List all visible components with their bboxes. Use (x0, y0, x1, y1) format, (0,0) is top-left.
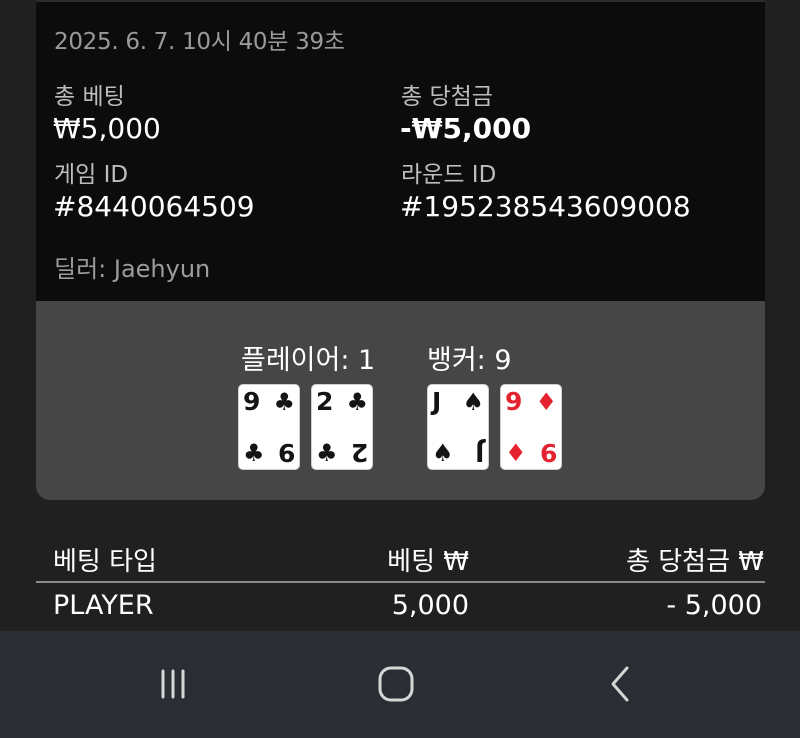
row-bet-type: PLAYER (53, 590, 154, 621)
player-card-1: 9 ♣ ♣ 9 (238, 384, 300, 470)
diamond-icon: ♦ (505, 439, 527, 467)
total-win-value: -₩5,000 (400, 112, 532, 145)
card-rank: 2 (316, 387, 334, 416)
game-id-label: 게임 ID (54, 162, 129, 188)
card-rank: J (474, 438, 484, 467)
row-win-amount: - 5,000 (666, 590, 762, 621)
back-icon[interactable] (598, 661, 644, 707)
table-header-divider (36, 581, 765, 583)
club-icon: ♣ (273, 388, 295, 416)
divider (36, 0, 765, 2)
round-id-value: #195238543609008 (400, 190, 691, 223)
card-rank: 9 (243, 387, 261, 416)
recent-apps-icon[interactable] (150, 661, 196, 707)
card-rank: 9 (277, 438, 295, 467)
club-icon: ♣ (243, 439, 265, 467)
bet-timestamp: 2025. 6. 7. 10시 40분 39초 (54, 29, 345, 55)
home-icon[interactable] (373, 661, 419, 707)
card-rank: 2 (350, 438, 368, 467)
col-header-total-win: 총 당첨금 ₩ (626, 547, 764, 577)
player-score: 플레이어: 1 (241, 345, 376, 376)
col-header-bet: 베팅 ₩ (387, 547, 469, 577)
club-icon: ♣ (316, 439, 338, 467)
card-rank: J (432, 387, 442, 416)
total-win-label: 총 당첨금 (401, 84, 493, 110)
cards-panel (36, 301, 765, 500)
club-icon: ♣ (346, 388, 368, 416)
banker-score: 뱅커: 9 (427, 345, 512, 376)
total-bet-label: 총 베팅 (54, 84, 125, 110)
banker-card-1: J ♠ ♠ J (427, 384, 489, 470)
row-bet-amount: 5,000 (391, 590, 469, 621)
card-rank: 9 (505, 387, 523, 416)
spade-icon: ♠ (462, 388, 484, 416)
col-header-bet-type: 베팅 타입 (53, 547, 157, 577)
card-rank: 9 (539, 438, 557, 467)
diamond-icon: ♦ (535, 388, 557, 416)
spade-icon: ♠ (432, 439, 454, 467)
total-bet-value: ₩5,000 (53, 112, 161, 145)
banker-card-2: 9 ♦ ♦ 9 (500, 384, 562, 470)
dealer-name: 딜러: Jaehyun (54, 255, 211, 283)
round-id-label: 라운드 ID (401, 162, 497, 188)
player-card-2: 2 ♣ ♣ 2 (311, 384, 373, 470)
game-id-value: #8440064509 (53, 190, 255, 223)
